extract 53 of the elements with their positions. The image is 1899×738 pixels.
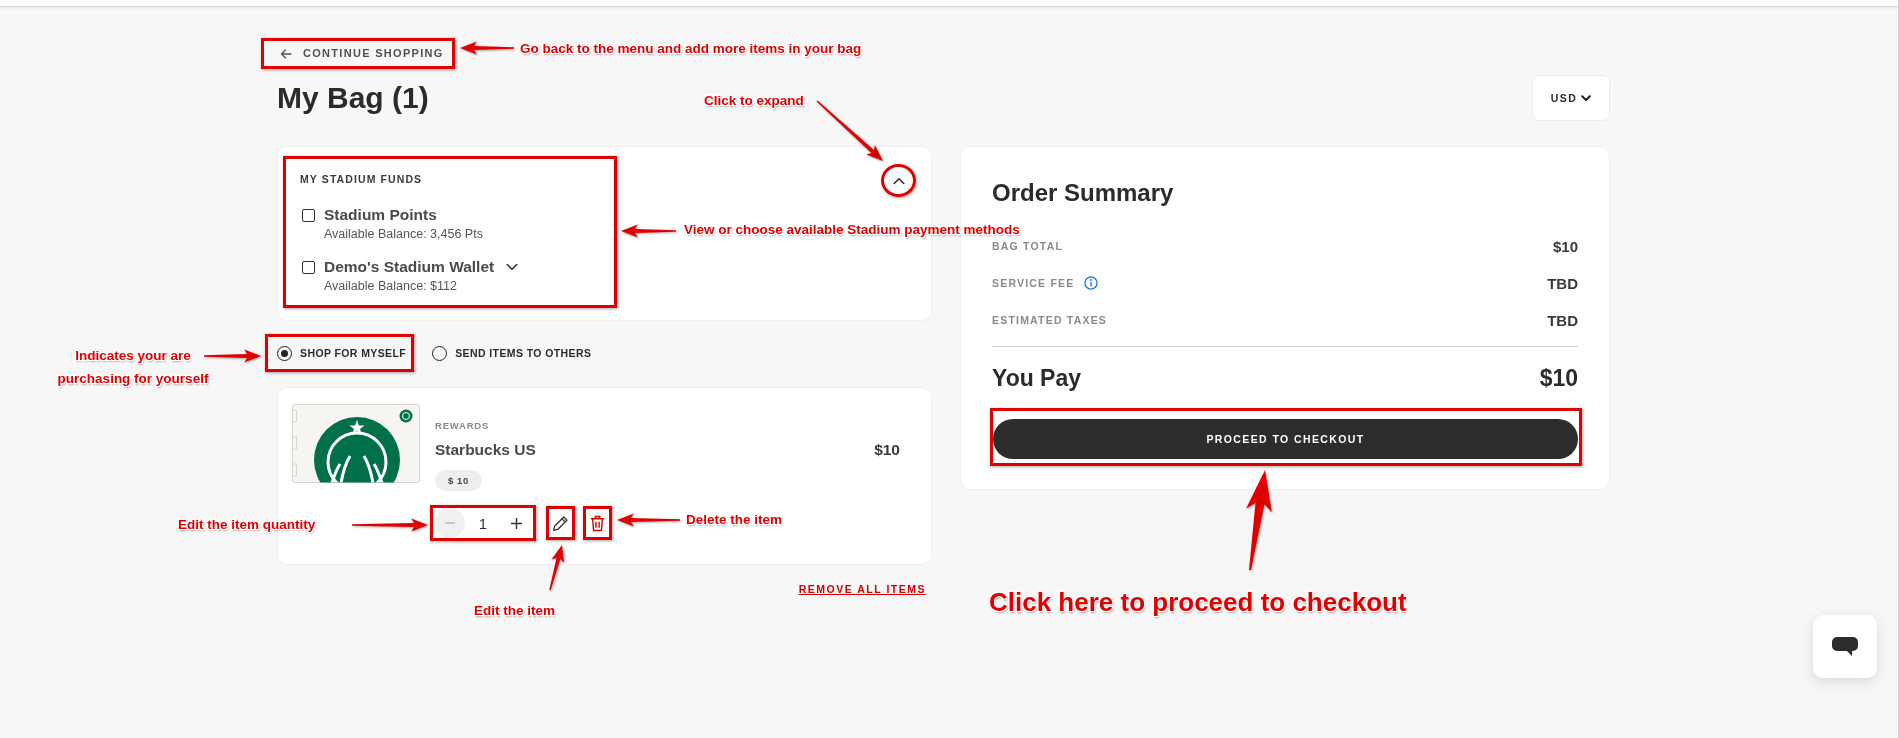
trash-icon[interactable]	[590, 514, 605, 532]
annotation-text: Click to expand	[704, 92, 804, 110]
annotation-text: Indicates your are purchasing for yourself	[56, 347, 210, 388]
chevron-down-icon	[1581, 94, 1592, 102]
item-price: $10	[874, 441, 900, 459]
summary-value: TBD	[1547, 274, 1578, 292]
annotation-arrow	[816, 100, 883, 161]
remove-all-link[interactable]: REMOVE ALL ITEMS	[798, 582, 926, 596]
annotation-text: Click here to proceed to checkout	[989, 586, 1407, 618]
summary-label: ESTIMATED TAXES	[992, 314, 1108, 326]
annotation-arrow	[204, 349, 261, 363]
annotation-text: Delete the item	[686, 511, 783, 529]
annotation-text: Edit the item quantity	[178, 516, 316, 534]
fund-name: Stadium Points	[324, 205, 437, 225]
chevron-up-icon[interactable]	[892, 176, 905, 185]
fund-balance: Available Balance: 3,456 Pts	[324, 227, 484, 241]
chevron-down-icon[interactable]	[506, 263, 519, 271]
info-icon[interactable]	[1084, 276, 1099, 290]
item-category: REWARDS	[435, 419, 491, 433]
arrow-left-icon	[280, 48, 292, 59]
fund-name: Demo's Stadium Wallet	[324, 257, 495, 277]
fund-balance: Available Balance: $112	[324, 279, 458, 293]
back-link[interactable]: CONTINUE SHOPPING	[280, 46, 444, 61]
annotation-text: Go back to the menu and add more items in your bag	[520, 40, 862, 58]
checkout-button[interactable]: PROCEED TO CHECKOUT	[993, 419, 1578, 459]
total-value: $10	[1539, 364, 1578, 392]
summary-value: TBD	[1547, 311, 1578, 329]
checkbox[interactable]	[302, 260, 315, 274]
chat-button[interactable]	[1813, 615, 1877, 678]
summary-value: $10	[1552, 237, 1578, 255]
summary-label: SERVICE FEE	[992, 277, 1075, 289]
currency-dropdown[interactable]: USD	[1532, 75, 1610, 121]
minus-icon	[445, 522, 455, 524]
total-label: You Pay	[992, 364, 1082, 392]
summary-title: Order Summary	[992, 179, 1175, 207]
speech-bubble-icon	[1832, 637, 1858, 656]
checkbox[interactable]	[302, 208, 315, 222]
radio-label[interactable]: SEND ITEMS TO OTHERS	[455, 347, 592, 359]
page-title: My Bag (1)	[277, 80, 429, 116]
annotation-arrow	[549, 545, 564, 591]
section-heading: MY STADIUM FUNDS	[300, 172, 424, 186]
annotation-arrow	[617, 513, 680, 527]
quantity-value: 1	[477, 514, 489, 532]
plus-icon[interactable]	[510, 517, 522, 529]
amount-tag: $ 10	[435, 470, 482, 491]
annotation-arrow	[621, 224, 676, 238]
annotation-text: View or choose available Stadium payment methods	[684, 221, 1020, 239]
annotation-arrow	[460, 41, 514, 55]
summary-label: BAG TOTAL	[992, 240, 1064, 252]
annotation-text: Edit the item	[474, 602, 555, 620]
pencil-icon[interactable]	[552, 514, 569, 532]
item-name: Starbucks US	[435, 441, 536, 459]
radio-label[interactable]: SHOP FOR MYSELF	[300, 347, 407, 359]
